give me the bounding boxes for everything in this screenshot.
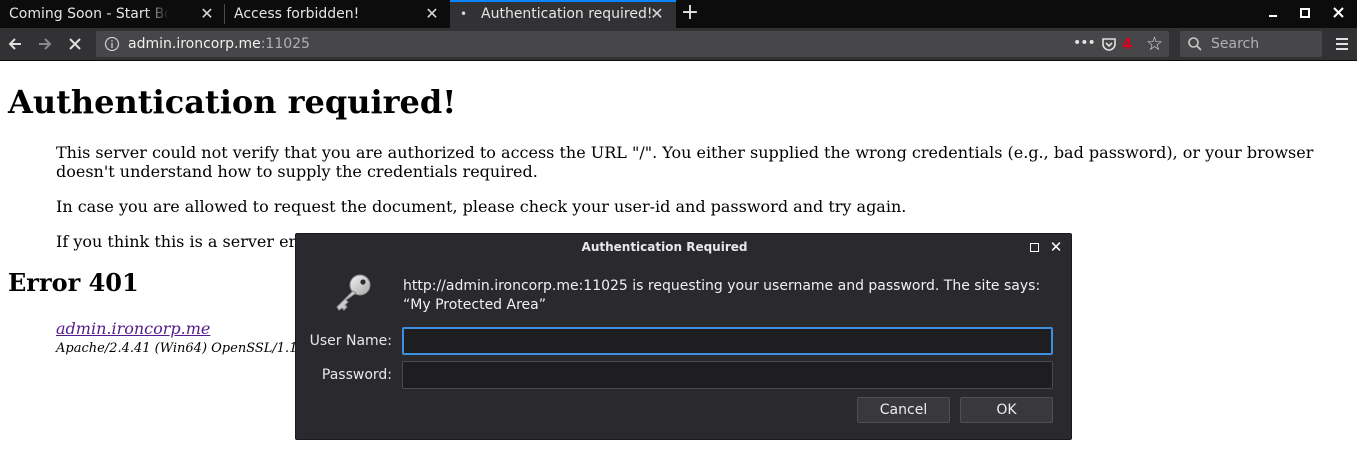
tab-coming-soon[interactable]: Coming Soon - Start Bootstr ✕ [0, 0, 224, 28]
tab-access-forbidden[interactable]: Access forbidden! ✕ [225, 0, 449, 28]
forward-button[interactable] [32, 31, 58, 57]
authentication-dialog: Authentication Required ✕ http://admin.i… [295, 233, 1072, 440]
url-bar[interactable]: admin.ironcorp.me:11025 ••• 4 ☆ [96, 31, 1169, 57]
server-home-link[interactable]: admin.ironcorp.me [56, 319, 210, 338]
info-icon[interactable] [104, 36, 120, 52]
password-field[interactable] [402, 361, 1053, 389]
dialog-close-icon[interactable]: ✕ [1048, 238, 1064, 256]
page-title: Authentication required! [8, 83, 457, 121]
maximize-icon [1300, 8, 1310, 18]
loading-dot-icon: • [460, 7, 468, 21]
close-window-button[interactable] [1327, 0, 1349, 28]
page-actions-menu-button[interactable]: ••• [1073, 31, 1096, 56]
bookmark-star-icon[interactable]: ☆ [1146, 31, 1163, 57]
search-placeholder: Search [1211, 36, 1260, 52]
tracker-count-badge[interactable]: 4 [1122, 31, 1132, 57]
tab-label: Coming Soon - Start Bootstr [9, 6, 169, 22]
dialog-maximize-icon[interactable] [1030, 243, 1039, 252]
hamburger-menu-button[interactable] [1330, 31, 1354, 57]
minimize-icon [1269, 15, 1277, 17]
password-label: Password: [321, 367, 392, 383]
minimize-window-button[interactable] [1262, 0, 1284, 28]
tab-authentication-required[interactable]: • Authentication required! ✕ [450, 0, 676, 28]
url-port: :11025 [260, 36, 310, 52]
ok-button[interactable]: OK [960, 397, 1053, 423]
forward-icon [39, 38, 52, 50]
url-text[interactable]: admin.ironcorp.me:11025 [128, 31, 310, 57]
server-signature: Apache/2.4.41 (Win64) OpenSSL/1.1 [56, 341, 298, 356]
new-tab-button[interactable]: + [679, 0, 701, 28]
username-label: User Name: [309, 333, 392, 349]
username-field[interactable] [402, 327, 1053, 355]
close-tab-icon[interactable]: ✕ [649, 2, 665, 28]
navigation-toolbar: admin.ironcorp.me:11025 ••• 4 ☆ Search [0, 28, 1357, 61]
dialog-title: Authentication Required [581, 240, 748, 254]
error-code-heading: Error 401 [8, 268, 139, 297]
pocket-icon[interactable] [1101, 36, 1117, 52]
search-input[interactable]: Search [1180, 31, 1322, 57]
key-icon [336, 274, 371, 311]
back-button[interactable] [2, 31, 28, 57]
close-tab-icon[interactable]: ✕ [424, 0, 440, 28]
dialog-message: http://admin.ironcorp.me:11025 is reques… [403, 278, 1041, 313]
tab-label: Access forbidden! [234, 6, 360, 22]
maximize-window-button[interactable] [1294, 0, 1316, 28]
search-icon [1188, 37, 1202, 51]
close-icon [1332, 7, 1344, 18]
stop-loading-button[interactable] [62, 31, 88, 57]
stop-icon [69, 38, 81, 50]
explanation-paragraph: This server could not verify that you ar… [56, 143, 1314, 181]
tab-label: Authentication required! [481, 6, 653, 22]
cancel-button[interactable]: Cancel [857, 397, 950, 423]
tab-strip: Coming Soon - Start Bootstr ✕ Access for… [0, 0, 1357, 28]
instruction-paragraph: In case you are allowed to request the d… [56, 197, 907, 216]
close-tab-icon[interactable]: ✕ [199, 0, 215, 28]
back-icon [8, 38, 21, 50]
url-host: admin.ironcorp.me [128, 36, 261, 52]
